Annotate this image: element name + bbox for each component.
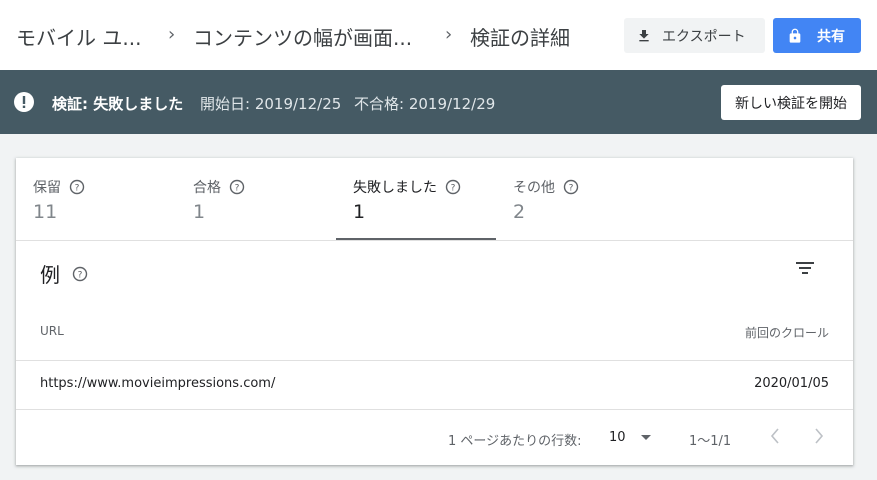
filter-icon[interactable] <box>795 260 815 276</box>
chevron-right-icon: › <box>445 24 453 45</box>
help-icon[interactable]: ? <box>445 179 461 195</box>
row-url[interactable]: https://www.movieimpressions.com/ <box>40 376 275 391</box>
tab-other[interactable]: その他 ? 2 <box>496 158 656 240</box>
page-header: モバイル ユ... › コンテンツの幅が画面... › 検証の詳細 エクスポート… <box>0 0 877 70</box>
svg-text:?: ? <box>75 183 80 193</box>
export-button[interactable]: エクスポート <box>624 18 765 53</box>
rows-per-page-select[interactable]: 10 <box>609 430 626 445</box>
tab-count: 11 <box>33 201 58 223</box>
divider <box>16 360 853 361</box>
validation-status-bar: 検証: 失敗しました 開始日: 2019/12/25 不合格: 2019/12/… <box>0 70 877 134</box>
breadcrumb-item-content-width[interactable]: コンテンツの幅が画面... <box>193 22 412 51</box>
help-icon[interactable]: ? <box>229 179 245 195</box>
help-icon[interactable]: ? <box>72 266 88 282</box>
fail-date: 不合格: 2019/12/29 <box>354 95 496 113</box>
help-icon[interactable]: ? <box>69 179 85 195</box>
export-label: エクスポート <box>662 28 746 45</box>
row-last-crawl: 2020/01/05 <box>754 376 829 391</box>
tab-passed[interactable]: 合格 ? 1 <box>176 158 336 240</box>
tab-label: その他 <box>513 180 555 196</box>
tab-count: 1 <box>353 201 366 223</box>
svg-text:?: ? <box>569 183 574 193</box>
breadcrumb-item-validation-details: 検証の詳細 <box>470 26 570 50</box>
svg-text:?: ? <box>235 183 240 193</box>
tab-pending[interactable]: 保留 ? 11 <box>16 158 176 240</box>
examples-title: 例 ? <box>40 259 88 288</box>
details-card: 保留 ? 11 合格 ? 1 失敗しました ? 1 その他 ? 2 例 ? UR… <box>16 158 853 465</box>
tab-label: 失敗しました <box>353 180 437 196</box>
start-date: 開始日: 2019/12/25 <box>200 95 342 113</box>
status-title: 検証: 失敗しました <box>52 95 184 113</box>
breadcrumb-item-mobile[interactable]: モバイル ユ... <box>16 22 141 51</box>
examples-title-text: 例 <box>40 263 60 287</box>
share-label: 共有 <box>817 28 845 45</box>
chevron-right-icon: › <box>168 24 176 45</box>
rows-per-page-label: 1 ページあたりの行数: <box>448 434 582 449</box>
help-icon[interactable]: ? <box>563 179 579 195</box>
tab-count: 2 <box>513 201 526 223</box>
column-header-last-crawl[interactable]: 前回のクロール <box>745 324 829 341</box>
share-button[interactable]: 共有 <box>773 18 861 53</box>
start-new-validation-button[interactable]: 新しい検証を開始 <box>721 85 861 120</box>
column-header-url[interactable]: URL <box>40 324 64 338</box>
error-icon <box>13 91 35 117</box>
chevron-left-icon[interactable] <box>768 426 782 446</box>
caret-down-icon[interactable] <box>640 434 652 442</box>
divider <box>16 409 853 410</box>
download-icon <box>639 29 649 41</box>
svg-text:?: ? <box>78 270 83 280</box>
chevron-right-icon[interactable] <box>812 426 826 446</box>
tab-failed[interactable]: 失敗しました ? 1 <box>336 158 496 240</box>
divider <box>16 240 853 241</box>
svg-text:?: ? <box>451 183 456 193</box>
tab-label: 保留 <box>33 180 61 196</box>
tab-count: 1 <box>193 201 206 223</box>
tab-label: 合格 <box>193 180 221 196</box>
page-range: 1〜1/1 <box>689 434 732 449</box>
lock-icon <box>789 28 801 43</box>
